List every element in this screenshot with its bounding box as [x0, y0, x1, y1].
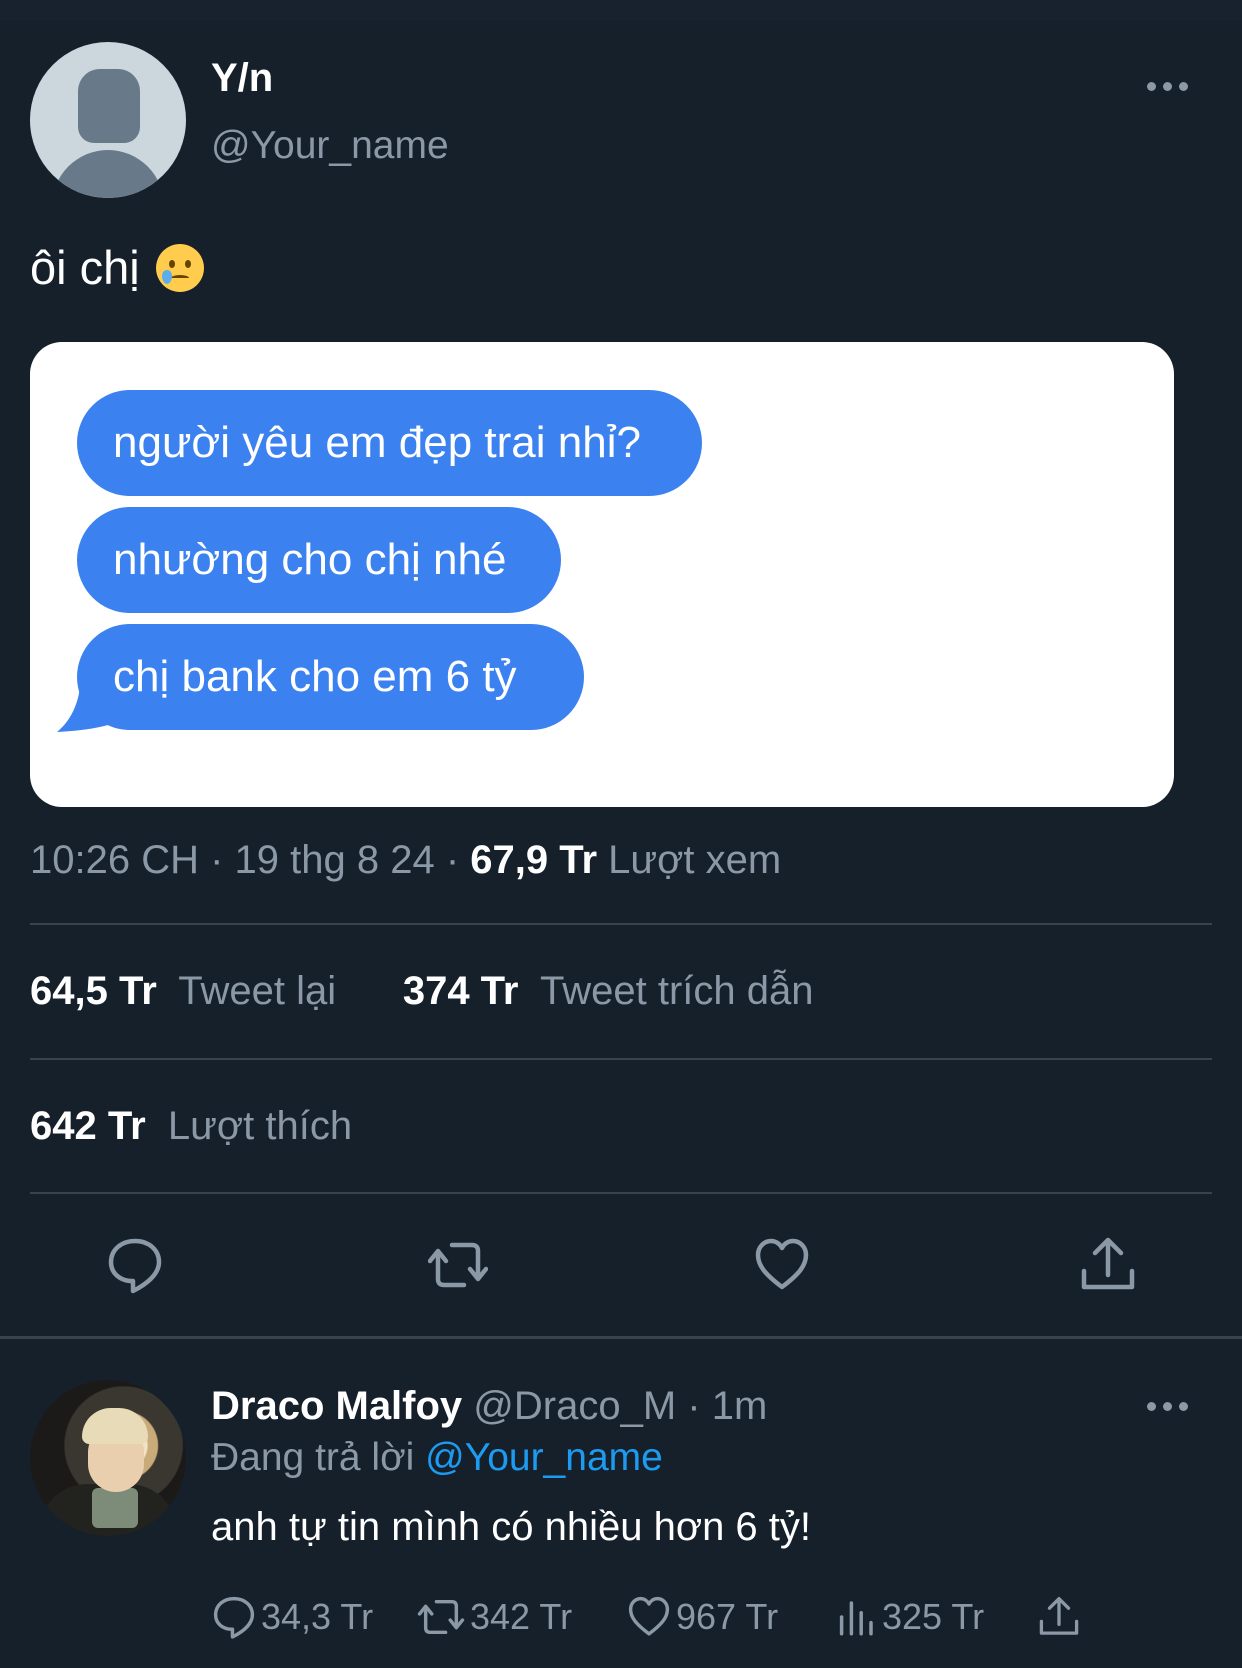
views-count: 67,9 Tr	[470, 838, 598, 882]
retweet-icon[interactable]	[428, 1235, 488, 1295]
reply-handle-time[interactable]: @Draco_M · 1m	[473, 1384, 767, 1428]
display-name[interactable]: Y/n	[211, 56, 273, 101]
tweet-timestamp[interactable]: 10:26 CH · 19 thg 8 24 ·	[30, 838, 459, 882]
retweet-count: 342 Tr	[470, 1596, 573, 1637]
like-icon	[628, 1596, 670, 1636]
handle[interactable]: @Your_name	[211, 124, 449, 168]
share-icon[interactable]	[1078, 1235, 1138, 1295]
message-bubble: người yêu em đẹp trai nhỉ?	[77, 390, 702, 496]
reply-reply-button[interactable]: 34,3 Tr	[211, 1590, 373, 1644]
avatar-body-shape	[52, 150, 164, 198]
replying-to: Đang trả lời @Your_name	[211, 1436, 663, 1480]
reply-icon	[213, 1596, 255, 1639]
more-options-icon[interactable]	[1147, 82, 1188, 91]
quotes-count: 374 Tr	[402, 969, 519, 1013]
like-count: 967 Tr	[676, 1596, 779, 1637]
divider	[30, 1192, 1212, 1194]
message-bubble: chị bank cho em 6 tỷ	[77, 624, 584, 730]
reply-header: Draco Malfoy @Draco_M · 1m	[211, 1384, 767, 1429]
view-count: 325 Tr	[882, 1596, 985, 1637]
divider	[30, 923, 1212, 925]
reply-actions: 34,3 Tr 342 Tr 967 Tr 325 Tr	[211, 1590, 1111, 1644]
tweet-actions	[0, 1235, 1242, 1295]
retweets-stat[interactable]: 64,5 Tr Tweet lại	[30, 969, 336, 1013]
likes-label: Lượt thích	[167, 1104, 353, 1148]
message-bubble: nhường cho chị nhé	[77, 507, 561, 613]
reply-icon[interactable]	[105, 1235, 165, 1295]
reply-avatar[interactable]	[30, 1380, 186, 1536]
tweet-text: ôi chị	[30, 241, 140, 294]
retweet-stats-row: 64,5 Tr Tweet lại 374 Tr Tweet trích dẫn	[30, 969, 813, 1014]
replying-prefix: Đang trả lời	[211, 1436, 415, 1479]
likes-count: 642 Tr	[30, 1104, 146, 1148]
tweet-text-row: ôi chị	[30, 240, 204, 295]
retweet-icon	[417, 1599, 465, 1635]
reply-display-name[interactable]: Draco Malfoy	[211, 1384, 462, 1428]
replying-mention[interactable]: @Your_name	[425, 1436, 663, 1479]
section-divider	[0, 1336, 1242, 1339]
face-holding-back-tears-icon	[155, 243, 204, 292]
reply-more-options-icon[interactable]	[1147, 1402, 1188, 1411]
retweets-label: Tweet lại	[178, 969, 337, 1013]
retweets-count: 64,5 Tr	[30, 969, 157, 1013]
tweet-meta: 10:26 CH · 19 thg 8 24 · 67,9 Tr Lượt xe…	[30, 838, 781, 883]
views-label: Lượt xem	[608, 838, 782, 882]
like-icon[interactable]	[752, 1235, 812, 1295]
status-strip	[0, 0, 1242, 20]
views-icon	[839, 1601, 873, 1636]
reply-count: 34,3 Tr	[261, 1596, 374, 1637]
avatar-head-shape	[78, 69, 140, 143]
quotes-label: Tweet trích dẫn	[540, 969, 814, 1013]
likes-stats-row[interactable]: 642 Tr Lượt thích	[30, 1104, 352, 1149]
reply-views-button[interactable]: 325 Tr	[836, 1590, 984, 1644]
quotes-stat[interactable]: 374 Tr Tweet trích dẫn	[403, 969, 814, 1013]
share-icon	[1039, 1597, 1079, 1635]
reply-share-button[interactable]	[1037, 1590, 1081, 1644]
reply-like-button[interactable]: 967 Tr	[626, 1590, 778, 1644]
avatar[interactable]	[30, 42, 186, 198]
divider	[30, 1058, 1212, 1060]
reply-retweet-button[interactable]: 342 Tr	[416, 1590, 572, 1644]
reply-text: anh tự tin mình có nhiều hơn 6 tỷ!	[211, 1505, 812, 1549]
tweet-image[interactable]: người yêu em đẹp trai nhỉ? nhường cho ch…	[30, 342, 1174, 807]
